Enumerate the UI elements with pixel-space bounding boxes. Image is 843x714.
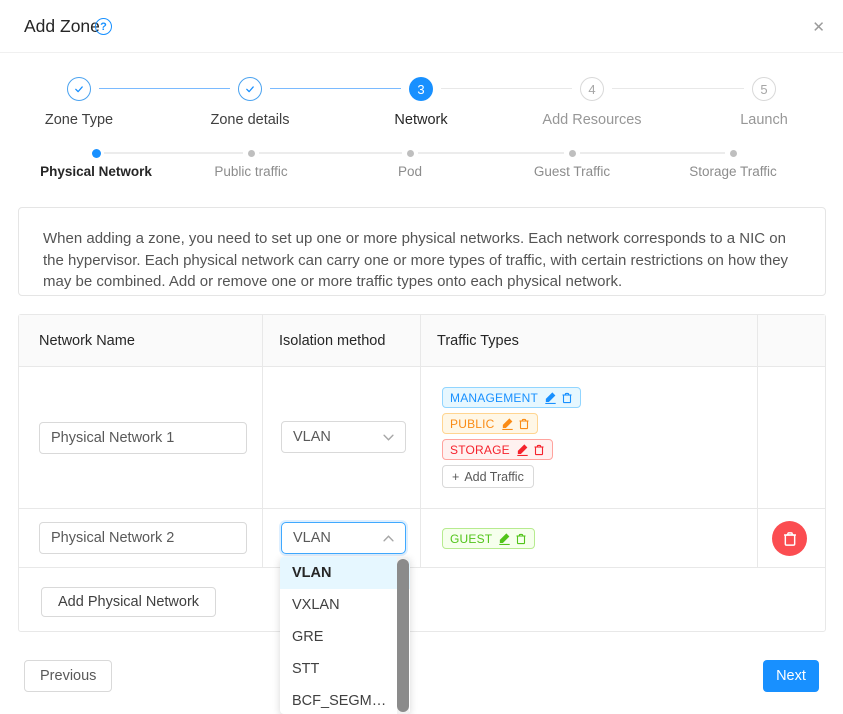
network-name-input-1[interactable] [39, 422, 247, 454]
isolation-method-select-2[interactable]: VLAN [281, 522, 406, 554]
traffic-badge-label: STORAGE [450, 443, 510, 457]
step-number: 4 [588, 82, 595, 97]
substep-label-guest-traffic: Guest Traffic [482, 164, 662, 179]
substep-dot-public-traffic [248, 150, 255, 157]
add-traffic-button[interactable]: + Add Traffic [442, 465, 534, 488]
add-physical-network-button[interactable]: Add Physical Network [41, 587, 216, 617]
step-network-icon: 3 [409, 77, 433, 101]
check-icon [243, 82, 257, 96]
delete-network-button[interactable] [772, 521, 807, 556]
traffic-badge-label: PUBLIC [450, 417, 495, 431]
wizard-stepper: 3 4 5 Zone Type Zone details Network Add… [0, 70, 843, 136]
header-actions [758, 315, 825, 366]
chevron-up-icon [383, 535, 394, 542]
dropdown-scrollbar-thumb[interactable] [397, 559, 409, 712]
dropdown-option-stt[interactable]: STT [280, 653, 410, 685]
dropdown-option-vxlan[interactable]: VXLAN [280, 589, 410, 621]
step-number: 3 [417, 82, 424, 97]
traffic-badge-label: MANAGEMENT [450, 391, 538, 405]
isolation-method-select-1[interactable]: VLAN [281, 421, 406, 453]
step-add-resources-icon: 4 [580, 77, 604, 101]
traffic-type-list: GUEST [442, 528, 535, 549]
step-number: 5 [760, 82, 767, 97]
stepper-connector [612, 88, 744, 89]
select-value: VLAN [293, 530, 331, 546]
help-icon[interactable]: ? [95, 18, 112, 35]
substep-connector [104, 152, 243, 154]
add-traffic-label: Add Traffic [464, 470, 524, 484]
step-label-add-resources: Add Resources [507, 112, 677, 128]
table-header-row: Network Name Isolation method Traffic Ty… [19, 315, 825, 367]
stepper-connector [270, 88, 401, 89]
traffic-badge-guest: GUEST [442, 528, 535, 549]
plus-icon: + [452, 470, 459, 484]
trash-icon [782, 531, 798, 547]
previous-button[interactable]: Previous [24, 660, 112, 692]
dropdown-option-gre[interactable]: GRE [280, 621, 410, 653]
isolation-method-dropdown: VLAN VXLAN GRE STT BCF_SEGM… [280, 557, 410, 714]
step-label-launch: Launch [679, 112, 843, 128]
next-button[interactable]: Next [763, 660, 819, 692]
edit-traffic-icon[interactable] [498, 532, 511, 545]
substep-dot-storage-traffic [730, 150, 737, 157]
step-launch-icon: 5 [752, 77, 776, 101]
dropdown-option-bcf-segment[interactable]: BCF_SEGM… [280, 685, 410, 714]
chevron-down-icon [383, 434, 394, 441]
edit-traffic-icon[interactable] [544, 391, 557, 404]
substep-dot-physical-network [92, 149, 101, 158]
substep-label-public-traffic: Public traffic [161, 164, 341, 179]
header-network-name: Network Name [19, 315, 263, 366]
physical-networks-table: Network Name Isolation method Traffic Ty… [18, 314, 826, 632]
stepper-connector [441, 88, 572, 89]
dialog-title: Add Zone [24, 16, 100, 37]
table-footer-row: Add Physical Network [19, 568, 825, 631]
step-label-zone-type: Zone Type [0, 112, 164, 128]
header-isolation-method: Isolation method [263, 315, 421, 366]
substep-dot-guest-traffic [569, 150, 576, 157]
substep-connector [580, 152, 725, 154]
close-icon[interactable]: ✕ [812, 18, 825, 36]
traffic-badge-management: MANAGEMENT [442, 387, 581, 408]
zone-network-description: When adding a zone, you need to set up o… [18, 207, 826, 296]
traffic-type-list: MANAGEMENT PUBLIC STORAGE [442, 387, 581, 488]
network-name-input-2[interactable] [39, 522, 247, 554]
stepper-connector [99, 88, 230, 89]
substep-dot-pod [407, 150, 414, 157]
substep-connector [259, 152, 402, 154]
dropdown-option-vlan[interactable]: VLAN [280, 557, 410, 589]
check-icon [72, 82, 86, 96]
network-substepper: Physical Network Public traffic Pod Gues… [0, 140, 843, 190]
step-zone-type-icon [67, 77, 91, 101]
traffic-badge-storage: STORAGE [442, 439, 553, 460]
step-label-network: Network [336, 112, 506, 128]
traffic-badge-public: PUBLIC [442, 413, 538, 434]
step-zone-details-icon [238, 77, 262, 101]
delete-traffic-icon[interactable] [561, 392, 573, 404]
edit-traffic-icon[interactable] [516, 443, 529, 456]
step-label-zone-details: Zone details [165, 112, 335, 128]
delete-traffic-icon[interactable] [518, 418, 530, 430]
edit-traffic-icon[interactable] [501, 417, 514, 430]
header-traffic-types: Traffic Types [421, 315, 758, 366]
select-value: VLAN [293, 429, 331, 445]
delete-traffic-icon[interactable] [515, 533, 527, 545]
table-row: VLAN GUEST [19, 509, 825, 568]
substep-label-pod: Pod [320, 164, 500, 179]
substep-connector [418, 152, 564, 154]
delete-traffic-icon[interactable] [533, 444, 545, 456]
traffic-badge-label: GUEST [450, 532, 492, 546]
substep-label-physical-network: Physical Network [6, 164, 186, 179]
table-row: VLAN MANAGEMENT PUBLIC [19, 367, 825, 509]
substep-label-storage-traffic: Storage Traffic [643, 164, 823, 179]
dialog-header: Add Zone ? ✕ [0, 0, 843, 53]
